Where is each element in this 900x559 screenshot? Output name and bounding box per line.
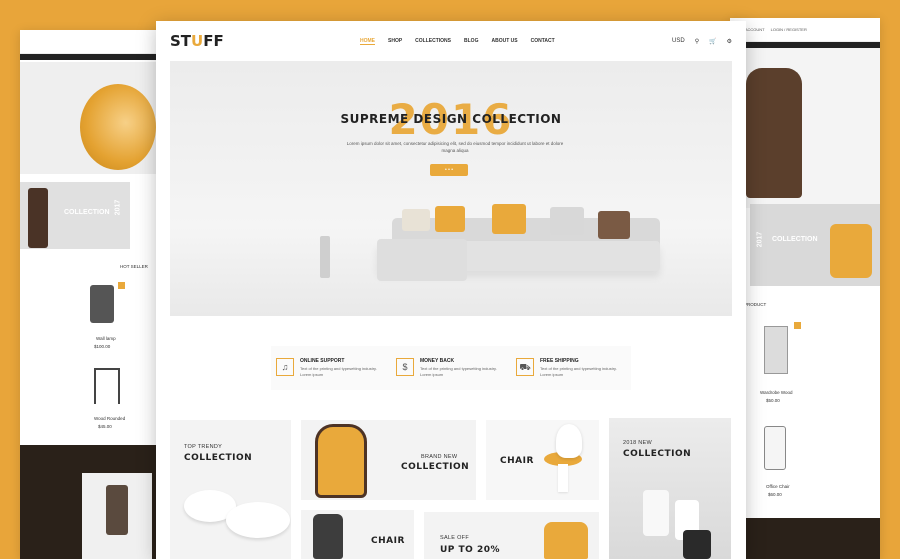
tulip-chair-image — [556, 424, 582, 458]
egg-chair-image — [80, 84, 156, 170]
left-banner-year: 2017 — [114, 199, 122, 216]
armchair-image — [746, 68, 802, 198]
logo-part2: U — [191, 32, 204, 50]
headphones-icon: ♫ — [276, 358, 294, 376]
vase-image — [320, 236, 330, 278]
cushion-1 — [402, 209, 430, 231]
cushion-5 — [598, 211, 630, 239]
features-bar: ♫ ONLINE SUPPORT Text of the printing an… — [271, 346, 631, 390]
left-office-chair-image — [106, 485, 128, 535]
left-product-2-name: Wood Rounded — [94, 416, 126, 421]
left-product-1-price: $100.00 — [94, 344, 111, 349]
currency-select[interactable]: USD — [672, 38, 685, 44]
cart-icon[interactable]: 🛒 — [709, 38, 716, 45]
office-chair-image — [313, 514, 343, 559]
right-product-badge — [794, 322, 801, 329]
left-footer-product — [82, 473, 152, 559]
feature-title: FREE SHIPPING — [540, 358, 579, 364]
right-nav-login[interactable]: LOGIN / REGISTER — [771, 27, 807, 32]
feature-title: MONEY BACK — [420, 358, 455, 364]
right-banner-title: COLLECTION — [772, 236, 818, 243]
tulip-chair-stem — [558, 464, 568, 492]
tile-small-text: 2018 NEW — [623, 440, 652, 446]
right-product-1-price: $50.00 — [766, 398, 780, 403]
left-product-2-price: $45.00 — [98, 424, 112, 429]
tile-chair-2[interactable]: CHAIR — [301, 510, 414, 559]
tile-big-text: COLLECTION — [623, 449, 692, 459]
feature-desc: Text of the printing and typesetting ind… — [540, 366, 617, 377]
tile-small-text: SALE OFF — [440, 535, 469, 541]
right-collection-banner: 2017 COLLECTION — [750, 204, 880, 286]
nav-about[interactable]: ABOUT US — [491, 38, 517, 45]
tile-big-text: UP TO 20% — [440, 545, 501, 555]
tile-sale-off[interactable]: SALE OFF UP TO 20% — [424, 512, 599, 559]
tile-top-trendy[interactable]: TOP TRENDY COLLECTION — [170, 420, 291, 559]
left-product-badge — [118, 282, 125, 289]
armchair-image — [315, 424, 367, 498]
right-dark-footer — [730, 518, 880, 559]
main-nav: HOME SHOP COLLECTIONS BLOG ABOUT US CONT… — [360, 38, 672, 45]
nav-contact[interactable]: CONTACT — [531, 38, 555, 45]
right-mini-nav: MY ACCOUNT LOGIN / REGISTER — [730, 18, 880, 42]
left-chair-image — [28, 188, 48, 248]
search-icon[interactable]: ⚲ — [695, 38, 699, 45]
hero-title: SUPREME DESIGN COLLECTION — [340, 112, 562, 126]
tile-brand-new[interactable]: BRAND NEW COLLECTION — [301, 420, 476, 500]
right-product-wardrobe[interactable] — [764, 326, 788, 374]
right-product-2-price: $60.00 — [768, 492, 782, 497]
tile-big-text: CHAIR — [371, 536, 405, 546]
left-collection-banner: COLLECTION 2017 — [20, 182, 130, 249]
right-hero — [730, 48, 880, 208]
hero-banner: 2016 SUPREME DESIGN COLLECTION Lorem ips… — [170, 61, 732, 316]
nav-blog[interactable]: BLOG — [464, 38, 478, 45]
header: STUFF HOME SHOP COLLECTIONS BLOG ABOUT U… — [156, 21, 746, 61]
logo-part1: ST — [170, 32, 192, 50]
feature-desc: Text of the printing and typesetting ind… — [300, 366, 377, 377]
dollar-icon: $ — [396, 358, 414, 376]
header-actions: USD ⚲ 🛒 ⚙ — [672, 38, 732, 45]
right-preview-panel: MY ACCOUNT LOGIN / REGISTER 2017 COLLECT… — [730, 18, 880, 559]
hero-button[interactable]: • • • — [430, 164, 468, 176]
vase-dark-image — [683, 530, 711, 559]
tile-small-text: BRAND NEW — [421, 454, 458, 460]
feature-online-support: ♫ ONLINE SUPPORT Text of the printing an… — [276, 358, 386, 378]
truck-icon: ⛟ — [516, 358, 534, 376]
logo[interactable]: STUFF — [170, 32, 360, 50]
left-section-title: HOT SELLER — [120, 264, 148, 269]
vase-white-image — [643, 490, 669, 536]
tile-big-text: CHAIR — [500, 456, 534, 466]
left-product-chair[interactable] — [90, 285, 114, 323]
gear-icon[interactable]: ⚙ — [727, 38, 732, 45]
rocking-chair-image — [830, 224, 872, 278]
right-banner-year: 2017 — [756, 231, 764, 248]
feature-title: ONLINE SUPPORT — [300, 358, 345, 364]
cushion-2 — [435, 206, 465, 232]
left-product-stool[interactable] — [94, 368, 120, 404]
tile-big-text: COLLECTION — [184, 453, 253, 463]
sofa-chaise — [377, 239, 467, 281]
tile-small-text: TOP TRENDY — [184, 444, 223, 450]
rocking-chair-image — [544, 522, 588, 559]
right-section-title: PRODUCT — [744, 302, 767, 307]
logo-part3: FF — [203, 32, 224, 50]
tile-2018-new[interactable]: 2018 NEW COLLECTION — [609, 418, 731, 559]
feature-free-shipping: ⛟ FREE SHIPPING Text of the printing and… — [516, 358, 626, 378]
feature-money-back: $ MONEY BACK Text of the printing and ty… — [396, 358, 506, 378]
feature-desc: Text of the printing and typesetting ind… — [420, 366, 497, 377]
nav-home[interactable]: HOME — [360, 38, 375, 45]
main-preview-panel: STUFF HOME SHOP COLLECTIONS BLOG ABOUT U… — [156, 21, 746, 559]
right-product-2-name: Office Chair — [766, 484, 790, 489]
left-banner-title: COLLECTION — [64, 209, 110, 216]
tile-big-text: COLLECTION — [401, 462, 470, 472]
hero-description: Lorem ipsum dolor sit amet, consectetur … — [346, 141, 564, 153]
nav-collections[interactable]: COLLECTIONS — [415, 38, 451, 45]
right-product-office-chair[interactable] — [764, 426, 786, 470]
cushion-4 — [550, 207, 584, 235]
table-image-2 — [226, 502, 290, 538]
left-product-1-name: Wall lamp — [96, 336, 116, 341]
tile-chair[interactable]: CHAIR — [486, 420, 599, 500]
right-product-1-name: Wardrobe Wood — [760, 390, 793, 395]
cushion-3 — [492, 204, 526, 234]
nav-shop[interactable]: SHOP — [388, 38, 402, 45]
